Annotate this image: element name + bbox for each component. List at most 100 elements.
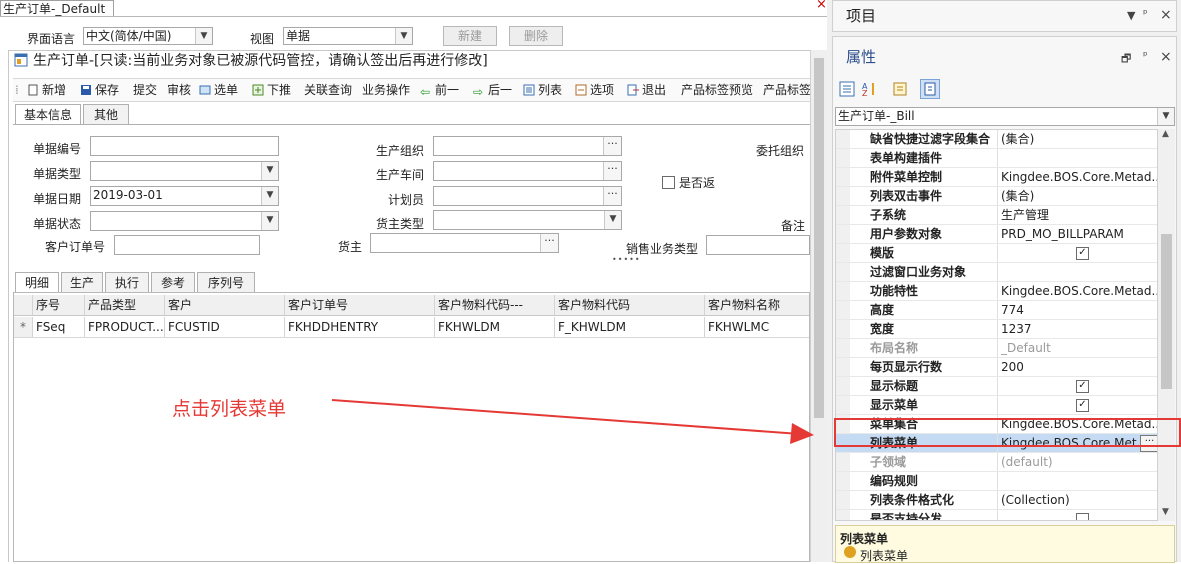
property-value[interactable]: (default) [1001,453,1157,471]
ellipsis-icon[interactable]: ··· [603,137,621,155]
property-value[interactable] [1001,472,1157,490]
planner-input[interactable]: ··· [433,186,622,206]
close-icon[interactable]: × [1160,49,1172,65]
property-row[interactable]: 显示菜单 ✓ [836,396,1157,415]
property-value[interactable]: (集合) [1001,130,1157,148]
sale-biz-type-input[interactable] [706,235,810,255]
toolbar-item-next[interactable]: ⇨ 后一 [473,82,512,99]
property-row[interactable]: 高度 774 [836,301,1157,320]
property-row[interactable]: 功能特性 Kingdee.BOS.Core.Metad... [836,282,1157,301]
property-value[interactable]: 生产管理 [1001,206,1157,224]
language-select[interactable]: 中文(简体/中国) ▼ [83,27,213,45]
toolbar-item-select-bill[interactable]: 选单 [199,82,238,98]
grid-cell[interactable]: F_KHWLDM [555,317,705,337]
property-row[interactable]: 附件菜单控制 Kingdee.BOS.Core.Metad... [836,168,1157,187]
property-row[interactable]: 编码规则 [836,472,1157,491]
property-value[interactable] [1001,510,1157,520]
toolbar-item-audit[interactable]: 审核 [167,82,191,98]
toolbar-item-options[interactable]: 选项 [575,82,614,98]
property-value[interactable] [1001,149,1157,167]
ellipsis-icon[interactable]: ··· [540,234,558,252]
toolbar-item-push[interactable]: 下推 [252,82,291,98]
property-value[interactable]: PRD_MO_BILLPARAM [1001,225,1157,243]
tab-execute[interactable]: 执行 [105,272,149,292]
grid-cell[interactable]: FKHDDHENTRY [285,317,435,337]
delete-button[interactable]: 删除 [509,26,563,46]
owner-type-select[interactable]: ▼ [433,210,622,230]
bill-no-input[interactable] [90,136,279,156]
property-row[interactable]: 过滤窗口业务对象 [836,263,1157,282]
property-row[interactable]: 子领域 (default) [836,453,1157,472]
toolbar-item-business-op[interactable]: 业务操作 [362,82,410,98]
property-row[interactable]: 模版 ✓ [836,244,1157,263]
property-row[interactable]: 缺省快捷过滤字段集合 (集合) [836,130,1157,149]
tab-reference[interactable]: 参考 [151,272,195,292]
tab-other[interactable]: 其他 [83,104,129,124]
tab-detail[interactable]: 明细 [15,272,59,292]
float-icon[interactable]: 🗗 [1121,50,1131,69]
toolbar-item-submit[interactable]: 提交 [133,82,157,98]
bill-date-select[interactable]: 2019-03-01 ▼ [90,186,279,206]
property-scrollbar[interactable]: ▲ ▼ [1158,129,1175,521]
property-value[interactable]: ✓ [1001,377,1157,395]
dropdown-icon[interactable]: ▼ [1127,9,1135,22]
toolbar-item-list[interactable]: 列表 [523,82,562,98]
grid-header-cell[interactable]: 客户订单号 [285,295,435,315]
table-row[interactable]: * FSeq FPRODUCT... FCUSTID FKHDDHENTRY F… [14,317,809,338]
property-row[interactable]: 用户参数对象 PRD_MO_BILLPARAM [836,225,1157,244]
property-value[interactable]: Kingdee.BOS.Core.Metad... [1001,168,1157,186]
grid-header-cell[interactable]: 产品类型 [85,295,165,315]
toolbar-item-previous[interactable]: ⇦ 前一 [420,82,459,99]
resize-dots[interactable]: ••••• [612,255,641,264]
toolbar-item-save[interactable]: 保存 [80,82,119,98]
grid-header-cell[interactable]: 客户 [165,295,285,315]
property-row[interactable]: 列表双击事件 (集合) [836,187,1157,206]
grid-cell[interactable]: FCUSTID [165,317,285,337]
close-icon[interactable]: × [1160,7,1172,23]
categorized-icon[interactable] [838,80,856,98]
grid-header-cell[interactable]: 序号 [33,295,85,315]
ellipsis-icon[interactable]: ··· [603,187,621,205]
view-select[interactable]: 单据 ▼ [283,27,413,45]
property-value[interactable]: Kingdee.BOS.Core.Metad... [1001,282,1157,300]
toolbar-item-exit[interactable]: 退出 [627,82,666,98]
property-value[interactable]: ✓ [1001,244,1157,262]
events-icon[interactable] [920,79,940,99]
object-selector[interactable]: 生产订单-_Bill ▼ [835,107,1175,126]
new-button[interactable]: 新建 [443,26,497,46]
is-rework-checkbox[interactable] [662,175,675,189]
property-value[interactable] [1001,263,1157,281]
alphabetical-icon[interactable]: AZ [860,80,878,98]
toolbar-item-label-preview[interactable]: 产品标签预览 [681,82,753,98]
toolbar-item-new[interactable]: 新增 [27,82,66,98]
grid-cell[interactable]: FKHWLDM [435,317,555,337]
close-document-icon[interactable]: × [816,0,827,12]
property-value[interactable]: _Default [1001,339,1157,357]
toolbar-item-related-query[interactable]: 关联查询 [304,82,352,98]
property-value[interactable]: 774 [1001,301,1157,319]
grid-cell[interactable]: FKHWLMC [705,317,809,337]
pin-icon[interactable]: ᵖ [1143,7,1148,20]
property-value[interactable]: (Collection) [1001,491,1157,509]
tab-serial-number[interactable]: 序列号 [197,272,255,292]
owner-input[interactable]: ··· [370,233,559,253]
property-value[interactable]: ✓ [1001,396,1157,414]
grid-header-cell[interactable]: 客户物料代码--- [435,295,555,315]
property-value[interactable]: 200 [1001,358,1157,376]
property-row[interactable]: 每页显示行数 200 [836,358,1157,377]
grid-cell[interactable]: FSeq [33,317,85,337]
grid-cell[interactable]: FPRODUCT... [85,317,165,337]
scrollbar-thumb[interactable] [814,58,824,418]
checkbox[interactable]: ✓ [1076,380,1089,393]
tab-basic-info[interactable]: 基本信息 [15,104,81,124]
production-org-input[interactable]: ··· [433,136,622,156]
ellipsis-icon[interactable]: ··· [603,162,621,180]
grid-header-cell[interactable]: 客户物料名称 [705,295,809,315]
grid-header-cell[interactable]: 客户物料代码 [555,295,705,315]
tab-production[interactable]: 生产 [61,272,103,292]
scrollbar-thumb[interactable] [1161,234,1172,389]
customer-order-no-input[interactable] [114,235,260,255]
toolbar-item-product-label[interactable]: 产品标签 [763,82,810,98]
property-row[interactable]: 显示标题 ✓ [836,377,1157,396]
workshop-input[interactable]: ··· [433,161,622,181]
